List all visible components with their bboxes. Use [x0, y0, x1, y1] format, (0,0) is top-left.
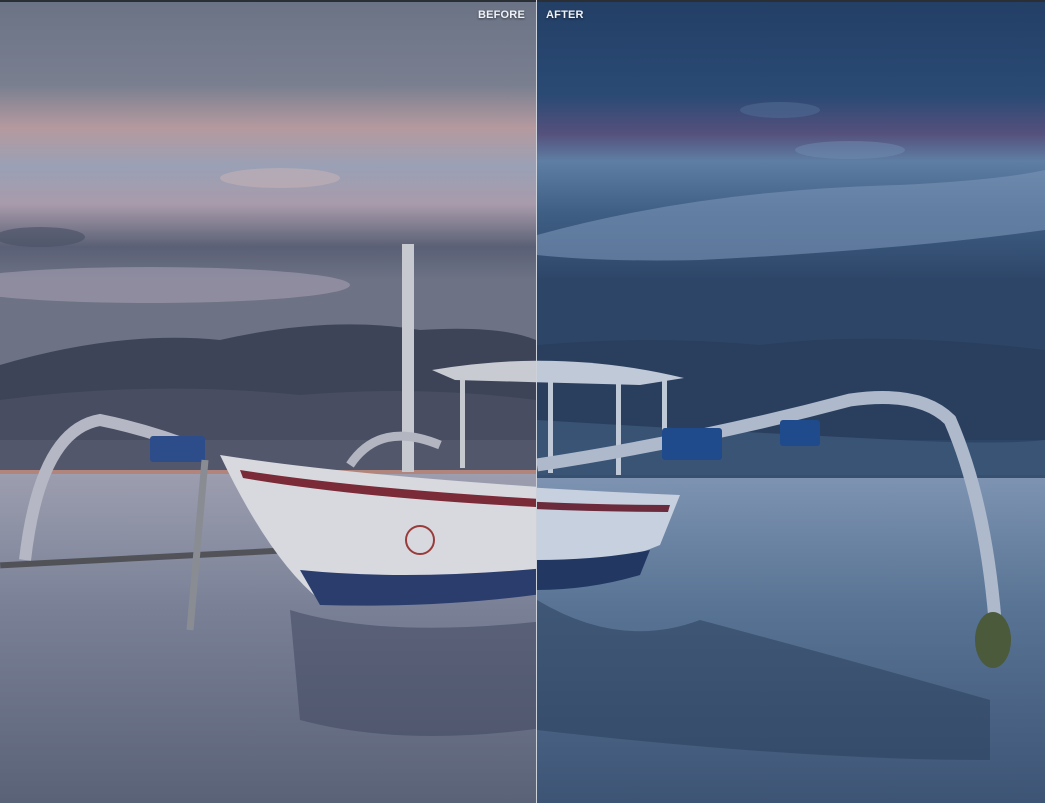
- after-label: AFTER: [546, 9, 584, 21]
- photo-canvas: [0, 0, 1045, 803]
- split-divider-handle[interactable]: [526, 0, 547, 803]
- before-label: BEFORE: [477, 9, 525, 21]
- before-after-viewer: BEFORE AFTER: [0, 0, 1045, 803]
- top-edge: [0, 0, 1045, 2]
